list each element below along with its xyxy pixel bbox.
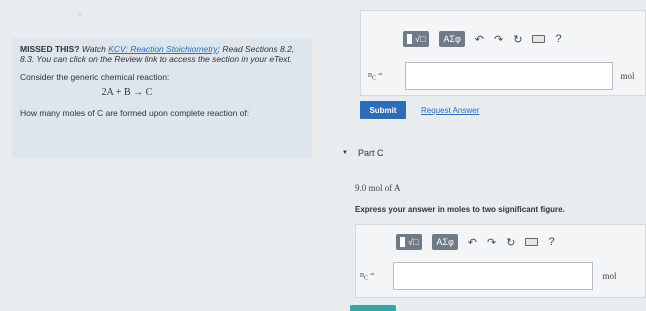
part-c-instruction: Express your answer in moles to two sign… <box>355 205 565 214</box>
equals-sign: = <box>376 70 383 80</box>
question-text: How many moles of C are formed upon comp… <box>20 108 250 118</box>
keyboard-icon[interactable] <box>525 238 539 246</box>
templates-button[interactable]: √□ <box>403 31 430 47</box>
reset-icon[interactable]: ↻ <box>506 236 515 249</box>
problem-statement-panel: MISSED THIS? Watch KCV: Reaction Stoichi… <box>12 38 312 158</box>
collapse-caret-icon: ▼ <box>342 150 348 156</box>
templates-icon: √□ <box>408 237 419 247</box>
templates-icon: √□ <box>415 34 426 44</box>
answer-row-top: nC = mol <box>368 62 635 90</box>
part-c-label: Part C <box>357 148 384 158</box>
templates-button[interactable]: √□ <box>396 234 423 250</box>
kcv-video-link[interactable]: KCV: Reaction Stoichiometry <box>108 44 217 54</box>
variable-label: nC = <box>368 70 383 82</box>
undo-icon[interactable]: ↶ <box>475 33 484 46</box>
undo-icon[interactable]: ↶ <box>468 236 477 249</box>
variable-label: nC = <box>360 270 375 282</box>
reset-icon[interactable]: ↻ <box>513 33 522 46</box>
answer-input-bottom[interactable] <box>392 262 593 290</box>
reaction-equation: 2A + B → C <box>101 87 153 98</box>
redo-icon[interactable]: ↷ <box>494 33 503 46</box>
redo-icon[interactable]: ↷ <box>487 236 496 249</box>
equals-sign: = <box>368 270 375 280</box>
intro-end-text: . <box>289 54 293 64</box>
part-c-header[interactable]: ▼ Part C <box>342 148 383 158</box>
keyboard-icon[interactable] <box>532 35 546 43</box>
math-toolbar-bottom: √□ ΑΣφ ↶ ↷ ↻ ? <box>396 233 555 251</box>
etext-text: eText <box>269 54 290 64</box>
submit-button-partial[interactable] <box>350 305 396 311</box>
answer-row-bottom: nC = mol <box>360 262 617 290</box>
symbols-button[interactable]: ΑΣφ <box>432 234 458 250</box>
unit-label: mol <box>602 271 617 281</box>
missed-this-label: MISSED THIS? <box>20 44 80 54</box>
symbols-button[interactable]: ΑΣφ <box>439 31 465 47</box>
intro-text: MISSED THIS? Watch KCV: Reaction Stoichi… <box>20 44 304 64</box>
help-icon[interactable]: ? <box>548 236 554 248</box>
unit-label: mol <box>620 71 635 81</box>
intro-watch-text: Watch <box>79 44 109 54</box>
request-answer-link[interactable]: Request Answer <box>421 106 479 115</box>
part-c-given: 9.0 mol of A <box>355 183 401 193</box>
help-icon[interactable]: ? <box>555 33 561 45</box>
math-toolbar-top: √□ ΑΣφ ↶ ↷ ↻ ? <box>403 30 562 48</box>
corner-mark: ○ <box>78 12 82 18</box>
consider-text: Consider the generic chemical reaction: <box>20 72 170 82</box>
submit-button[interactable]: Submit <box>360 101 406 119</box>
answer-input-top[interactable] <box>404 62 613 90</box>
